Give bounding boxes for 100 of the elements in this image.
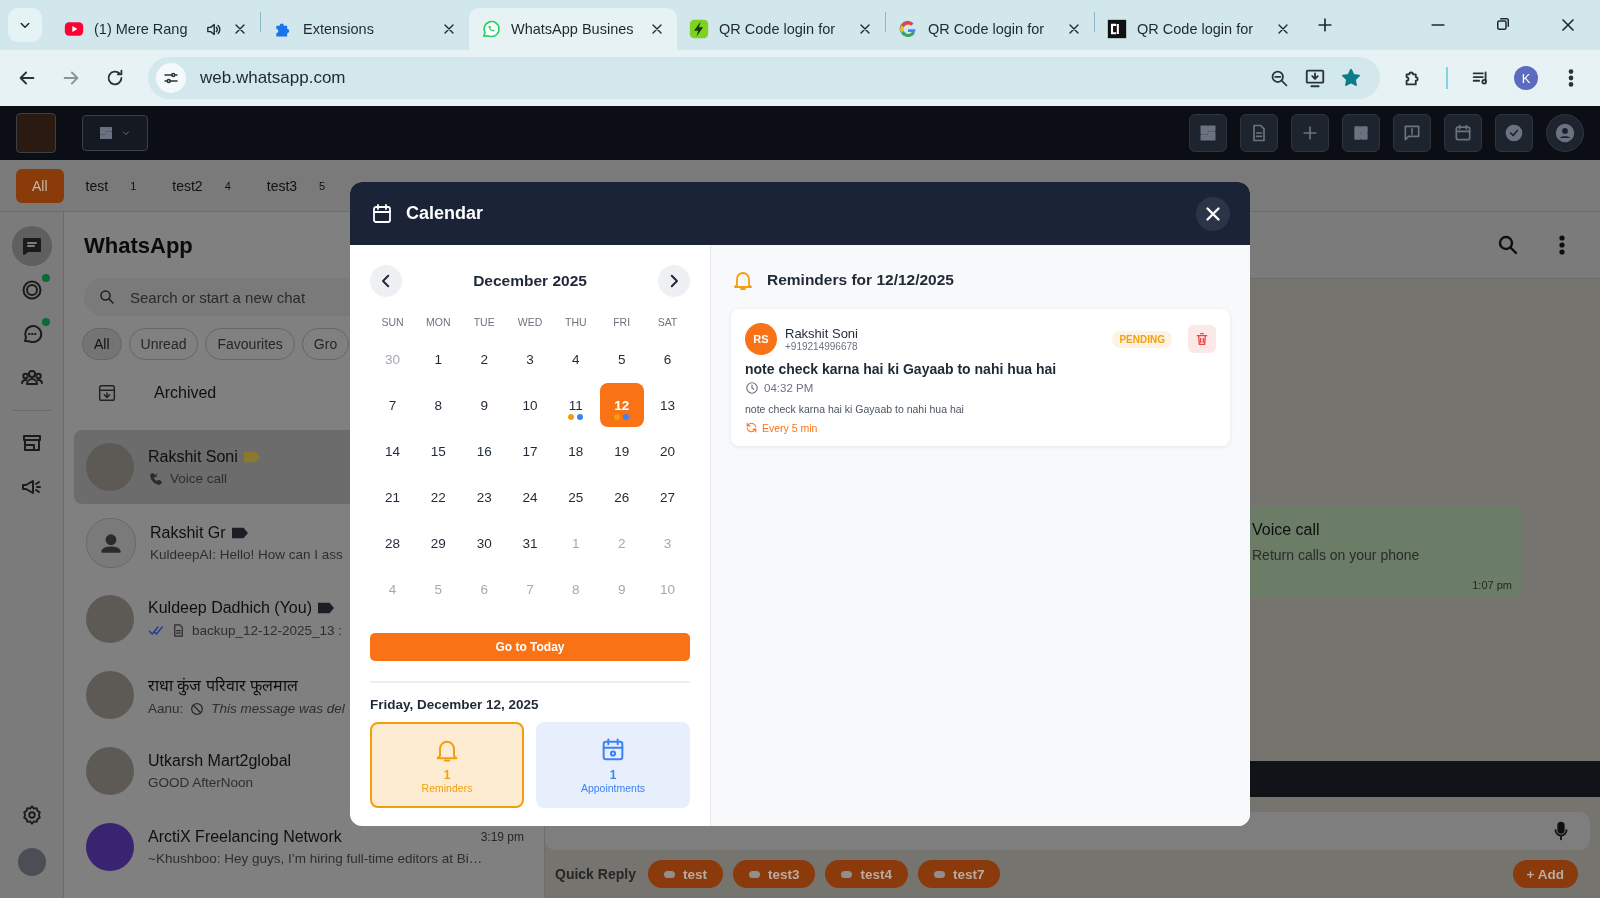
calendar-day[interactable]: 31 — [508, 521, 552, 565]
calendar-day[interactable]: 2 — [462, 337, 507, 381]
summary-count: 1 — [443, 768, 451, 782]
favicon-icon — [1107, 19, 1127, 39]
previous-month-button[interactable] — [370, 265, 402, 297]
chat-name: राधा कुंज परिवार फूलमाल — [148, 675, 299, 696]
calendar-day[interactable]: 14 — [370, 429, 415, 473]
chat-preview: This message was del — [211, 701, 345, 716]
initials-avatar: RS — [745, 323, 777, 355]
calendar-day[interactable]: 13 — [645, 383, 690, 427]
label-name: test3 — [266, 177, 298, 194]
nav-item[interactable] — [11, 226, 52, 266]
calendar-button[interactable] — [1444, 114, 1482, 152]
repeat-interval: Every 5 min — [762, 421, 818, 434]
feedback-icon — [1402, 123, 1422, 143]
label-tab[interactable]: test3 5 — [252, 168, 340, 203]
calendar-day[interactable]: 4 — [553, 337, 598, 381]
browser-tab[interactable]: Extensions — [261, 8, 469, 50]
account-button[interactable] — [1546, 114, 1584, 152]
calendar-icon — [1453, 123, 1473, 143]
calendar-day[interactable]: 15 — [416, 429, 461, 473]
check-button[interactable] — [1495, 114, 1533, 152]
calendar-day[interactable]: 6 — [645, 337, 690, 381]
next-month-button[interactable] — [658, 265, 690, 297]
weekday-label: MON — [425, 315, 452, 330]
calendar-day[interactable]: 25 — [553, 475, 598, 519]
calendar-day[interactable]: 30 — [462, 521, 507, 565]
label-tab[interactable]: test2 4 — [158, 168, 245, 203]
close-button[interactable] — [1196, 196, 1230, 231]
contact-name: Rakshit Soni — [785, 326, 858, 341]
browser-tab[interactable]: QR Code login for — [677, 8, 885, 50]
label-tab[interactable]: test 1 — [71, 168, 151, 203]
calendar-day[interactable]: 27 — [645, 475, 690, 519]
calendar-day[interactable]: 1 — [416, 337, 461, 381]
search-icon[interactable] — [1496, 233, 1520, 257]
delete-button[interactable] — [1188, 325, 1216, 353]
layout-dropdown[interactable] — [82, 115, 148, 151]
calendar-day[interactable]: 11 — [553, 383, 598, 427]
message-subtitle: Return calls on your phone — [1252, 547, 1421, 563]
label-tab[interactable]: All — [16, 168, 64, 203]
address-bar[interactable]: web.whatsapp.com — [148, 57, 1380, 99]
browser-tab[interactable]: QR Code login for — [886, 8, 1094, 50]
settings-icon[interactable] — [20, 804, 43, 826]
label-name: test — [85, 177, 109, 194]
archive-icon — [96, 382, 118, 404]
calendar-day[interactable]: 18 — [553, 429, 598, 473]
browser-tab[interactable]: WhatsApp Busines — [469, 8, 677, 50]
check-icon — [1504, 123, 1524, 143]
calendar-day[interactable]: 7 — [370, 383, 415, 427]
calendar-day[interactable]: 3 — [508, 337, 552, 381]
favicon-icon — [64, 19, 84, 39]
calendar-day[interactable]: 26 — [599, 475, 644, 519]
install-icon[interactable] — [1304, 67, 1326, 89]
chat-name: Rakshit Gr — [150, 524, 226, 542]
quick-reply-chip[interactable]: test3 — [732, 860, 816, 888]
archived-link[interactable]: Archived — [154, 384, 217, 402]
calendar-day[interactable]: 5 — [599, 337, 644, 381]
calendar-icon — [370, 201, 394, 226]
calendar-day[interactable]: 29 — [416, 521, 461, 565]
calendar-day[interactable]: 10 — [508, 383, 552, 427]
grid-icon — [98, 125, 114, 141]
reminder-title: note check karna hai ki Gayaab to nahi hua hai — [745, 361, 1058, 377]
dashboard-button[interactable] — [1189, 114, 1227, 152]
calendar-day[interactable]: 16 — [462, 429, 507, 473]
profile-avatar[interactable]: K — [1514, 66, 1538, 90]
label-count: 4 — [224, 179, 231, 192]
calendar-day[interactable]: 20 — [645, 429, 690, 473]
calendar-day[interactable]: 8 — [416, 383, 461, 427]
browser-tab[interactable]: QR Code login for — [1095, 8, 1303, 50]
contact-phone: +919214996678 — [785, 341, 858, 352]
weekday-label: TUE — [472, 315, 496, 330]
browser-tab[interactable]: (1) Mere Rang — [52, 8, 260, 50]
chat-item[interactable]: ArctiX Freelancing Network 3:19 pm ~Khushboo: Hey guys, I’m hiring full-time editors at Bi… — [74, 810, 536, 884]
calendar-day[interactable]: 9 — [462, 383, 507, 427]
feedback-button[interactable] — [1393, 114, 1431, 152]
weekday-label: SUN — [380, 315, 405, 330]
chat-preview: backup_12-12-2025_13 : — [192, 623, 343, 638]
calendar-day[interactable]: 19 — [599, 429, 644, 473]
label-count: 5 — [319, 179, 326, 192]
quick-reply-chip[interactable]: test — [647, 860, 723, 888]
restore-icon[interactable] — [1494, 15, 1512, 33]
search-icon — [98, 288, 116, 306]
weekday-label: THU — [564, 315, 588, 330]
url-text: web.whatsapp.com — [200, 68, 347, 88]
calendar-day[interactable]: 28 — [370, 521, 415, 565]
chat-name: Rakshit Soni — [148, 447, 238, 466]
weekday-label: FRI — [612, 315, 632, 330]
star-icon[interactable] — [1340, 67, 1362, 89]
trash-icon — [1194, 331, 1210, 347]
document-button[interactable] — [1240, 114, 1278, 152]
summary-label: Reminders — [421, 782, 473, 794]
favicon-icon — [898, 19, 918, 39]
site-settings-button[interactable] — [156, 63, 186, 93]
filter-chip[interactable]: All — [82, 328, 122, 360]
quick-reply-label: Quick Reply — [555, 866, 636, 882]
plus-button[interactable] — [1291, 114, 1329, 152]
clock-icon — [745, 381, 759, 395]
grid-button[interactable] — [1342, 114, 1380, 152]
favicon-icon — [481, 19, 501, 39]
grid-icon — [1351, 123, 1371, 143]
